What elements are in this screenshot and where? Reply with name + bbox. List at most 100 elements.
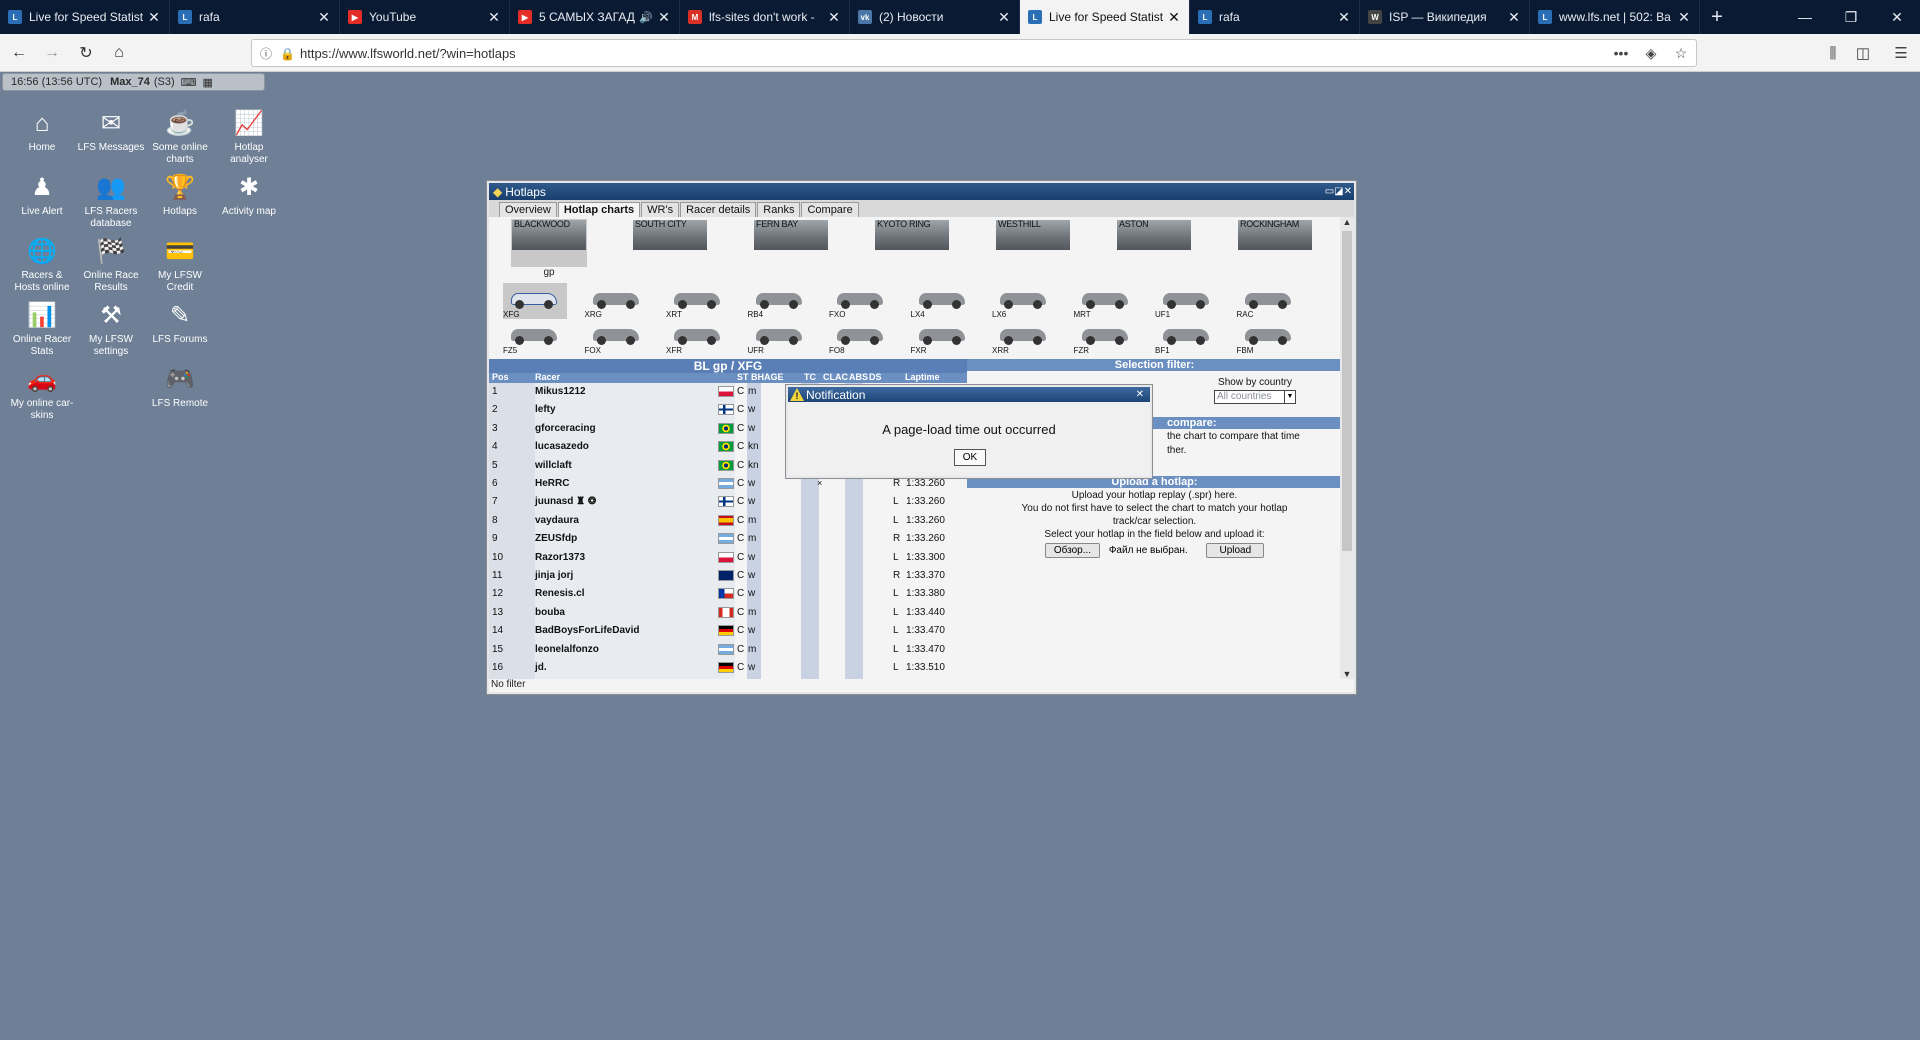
row-laptime[interactable]: 1:33.370 — [906, 570, 945, 581]
track-option[interactable]: SOUTH CITY — [632, 219, 708, 267]
desktop-icon[interactable]: 🎮 LFS Remote — [146, 364, 214, 410]
track-option[interactable]: WESTHILL — [995, 219, 1071, 267]
car-option[interactable]: XFR — [666, 319, 730, 355]
library-icon[interactable]: ⫼ — [1820, 40, 1846, 66]
tab-close-icon[interactable]: ✕ — [487, 9, 501, 26]
track-option[interactable]: FERN BAY — [753, 219, 829, 267]
table-row[interactable]: 13 bouba Cm L 1:33.440 — [489, 604, 967, 622]
scroll-down-icon[interactable]: ▼ — [1340, 669, 1354, 679]
speaker-icon[interactable]: 🔊 — [639, 11, 653, 24]
row-laptime[interactable]: 1:33.470 — [906, 625, 945, 636]
row-racer[interactable]: willclaft — [535, 460, 572, 471]
reload-button[interactable]: ↻ — [73, 40, 99, 66]
col-tc[interactable]: TC — [804, 372, 816, 382]
table-row[interactable]: 12 Renesis.cl Cw L 1:33.380 — [489, 585, 967, 603]
table-row[interactable]: 11 jinja jorj Cw R 1:33.370 — [489, 567, 967, 585]
row-racer[interactable]: ZEUSfdp — [535, 533, 577, 544]
row-racer[interactable]: lefty — [535, 404, 556, 415]
car-option[interactable]: FBM — [1237, 319, 1301, 355]
car-option[interactable]: UF1 — [1155, 283, 1219, 319]
browser-tab[interactable]: ▶ 5 САМЫХ ЗАГАД 🔊 ✕ — [510, 0, 680, 34]
desktop-icon[interactable]: 🌐 Racers & Hosts online — [8, 236, 76, 294]
row-laptime[interactable]: 1:33.300 — [906, 552, 945, 563]
page-actions-icon[interactable]: ••• — [1606, 45, 1636, 61]
username[interactable]: Max_74 — [110, 76, 150, 88]
upload-button[interactable]: Upload — [1206, 543, 1265, 558]
table-row[interactable]: 15 leonelalfonzo Cm L 1:33.470 — [489, 641, 967, 659]
desktop-icon[interactable]: 💳 My LFSW Credit — [146, 236, 214, 294]
col-pos[interactable]: Pos — [492, 372, 509, 382]
minimize-icon[interactable]: — — [1782, 0, 1828, 34]
col-abs[interactable]: ABS — [849, 372, 868, 382]
row-racer[interactable]: lucasazedo — [535, 441, 589, 452]
keyboard-icon[interactable]: ⌨ — [181, 76, 197, 89]
row-laptime[interactable]: 1:33.260 — [906, 478, 945, 489]
close-icon[interactable]: ✕ — [1136, 389, 1144, 400]
row-racer[interactable]: HeRRC — [535, 478, 569, 489]
hotlaps-tab[interactable]: Ranks — [757, 202, 801, 217]
hotlaps-titlebar[interactable]: ◆ Hotlaps ▭◪✕ — [489, 183, 1354, 200]
row-laptime[interactable]: 1:33.510 — [906, 662, 945, 673]
car-option[interactable]: RB4 — [748, 283, 812, 319]
row-racer[interactable]: Mikus1212 — [535, 386, 586, 397]
car-option[interactable]: FXO — [829, 283, 893, 319]
row-laptime[interactable]: 1:33.380 — [906, 588, 945, 599]
track-config[interactable]: gp — [511, 267, 587, 278]
table-row[interactable]: 14 BadBoysForLifeDavid Cw L 1:33.470 — [489, 622, 967, 640]
forward-button[interactable]: → — [39, 40, 65, 66]
restore-icon[interactable]: ❐ — [1828, 0, 1874, 34]
tab-close-icon[interactable]: ✕ — [997, 9, 1011, 26]
row-racer[interactable]: Razor1373 — [535, 552, 585, 563]
home-button[interactable]: ⌂ — [106, 40, 132, 66]
desktop-icon[interactable]: 🏁 Online Race Results — [77, 236, 145, 294]
desktop-icon[interactable]: ☕ Some online charts — [146, 108, 214, 166]
car-option[interactable]: FZ5 — [503, 319, 567, 355]
browser-tab[interactable]: ▶ YouTube ✕ — [340, 0, 510, 34]
car-option[interactable]: FXR — [911, 319, 975, 355]
browser-tab[interactable]: L Live for Speed Statist ✕ — [1020, 0, 1190, 34]
hotlaps-tab[interactable]: Compare — [801, 202, 859, 217]
row-laptime[interactable]: 1:33.260 — [906, 496, 945, 507]
car-option[interactable]: RAC — [1237, 283, 1301, 319]
desktop-icon[interactable]: ♟ Live Alert — [8, 172, 76, 218]
col-cl[interactable]: CL — [823, 372, 835, 382]
tab-close-icon[interactable]: ✕ — [657, 9, 671, 26]
table-row[interactable]: 8 vaydaura Cm L 1:33.260 — [489, 512, 967, 530]
country-select[interactable]: All countries ▼ — [1214, 390, 1296, 404]
car-option[interactable]: XRT — [666, 283, 730, 319]
close-window-icon[interactable]: ✕ — [1874, 0, 1920, 34]
browser-tab[interactable]: Lrafa ✕ — [1190, 0, 1360, 34]
car-option[interactable]: UFR — [748, 319, 812, 355]
browser-tab[interactable]: L Live for Speed Statist ✕ — [0, 0, 170, 34]
hotlaps-tab[interactable]: Hotlap charts — [557, 202, 641, 217]
table-row[interactable]: 7 juunasd ♜ ❂ Cw L 1:33.260 — [489, 493, 967, 511]
hotlaps-tab[interactable]: Racer details — [680, 202, 757, 217]
row-laptime[interactable]: 1:33.470 — [906, 644, 945, 655]
browser-tab[interactable]: Mlfs-sites don't work - ✕ — [680, 0, 850, 34]
tab-close-icon[interactable]: ✕ — [1337, 9, 1351, 26]
desktop-icon[interactable]: 📈 Hotlap analyser — [215, 108, 283, 166]
tab-close-icon[interactable]: ✕ — [1167, 9, 1181, 26]
car-option[interactable]: FZR — [1074, 319, 1138, 355]
browser-tab[interactable]: vk (2) Новости ✕ — [850, 0, 1020, 34]
car-option[interactable]: XFG — [503, 283, 567, 319]
row-laptime[interactable]: 1:33.440 — [906, 607, 945, 618]
notification-titlebar[interactable]: ! Notification ✕ — [788, 387, 1150, 402]
tab-close-icon[interactable]: ✕ — [317, 9, 331, 26]
desktop-icon[interactable]: 🏆 Hotlaps — [146, 172, 214, 218]
row-racer[interactable]: gforceracing — [535, 423, 596, 434]
tab-close-icon[interactable]: ✕ — [1677, 9, 1691, 26]
track-option[interactable]: BLACKWOOD gp — [511, 219, 587, 278]
window-controls[interactable]: ▭◪✕ — [1325, 186, 1352, 197]
url-text[interactable]: https://www.lfsworld.net/?win=hotlaps — [300, 46, 1606, 61]
grid-icon[interactable]: ▦ — [203, 76, 213, 89]
browser-tab[interactable]: Lwww.lfs.net | 502: Ba ✕ — [1530, 0, 1700, 34]
car-option[interactable]: LX4 — [911, 283, 975, 319]
car-option[interactable]: LX6 — [992, 283, 1056, 319]
tab-close-icon[interactable]: ✕ — [827, 9, 841, 26]
row-racer[interactable]: vaydaura — [535, 515, 579, 526]
col-ds[interactable]: DS — [869, 372, 882, 382]
car-option[interactable]: FO8 — [829, 319, 893, 355]
scroll-thumb[interactable] — [1342, 231, 1352, 551]
track-option[interactable]: KYOTO RING — [874, 219, 950, 267]
